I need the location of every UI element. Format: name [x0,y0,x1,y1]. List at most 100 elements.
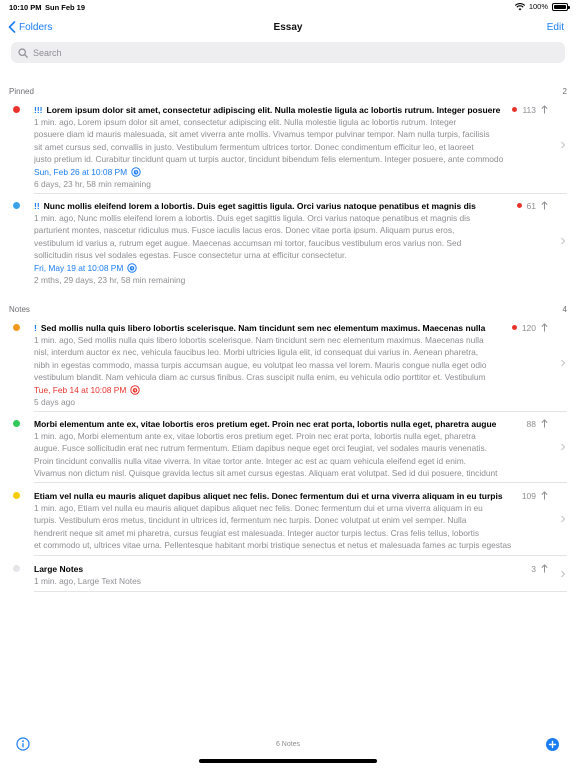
notes-count-label: 6 Notes [275,741,301,748]
note-meta: 88 [527,419,548,429]
notes-count: 4 [562,305,567,314]
note-title: Large Notes [34,564,525,574]
pinned-label: Pinned [9,87,34,96]
status-bar: 10:10 PM Sun Feb 19 100% [0,0,576,16]
status-date: Sun Feb 19 [45,3,86,12]
note-row[interactable]: Morbi elementum ante ex, vitae lobortis … [0,417,576,480]
color-dot [13,106,20,113]
note-count: 3 [531,563,536,574]
preview-line: sit amet cursus sed, convallis in justo.… [34,141,474,152]
note-row[interactable]: ! Sed mollis nulla quis libero lobortis s… [0,321,576,409]
preview-line: 1 min. ago, Sed mollis nulla quis libero… [34,335,484,345]
edit-button[interactable]: Edit [547,22,564,33]
note-title-text: Large Notes [34,563,84,574]
note-count: 61 [526,200,536,211]
wifi-icon [514,2,525,10]
time-remaining: 6 days, 23 hr, 58 min remaining [34,178,151,189]
note-preview: 1 min. ago, Lorem ipsum dolor sit amet, … [34,116,548,166]
note-count: 109 [521,490,536,501]
row-divider [34,555,567,556]
preview-line: 1 min. ago, Etiam vel nulla eu mauris al… [34,503,483,513]
alarm-icon [131,166,141,177]
battery-icon [552,2,570,11]
search-icon [18,47,28,58]
row-divider [34,411,567,412]
preview-line: 1 min. ago, Nunc mollis eleifend lorem a… [34,213,471,223]
sort-arrow-up-icon [541,105,548,114]
sort-arrow-up-icon [541,419,548,428]
note-title-text: Morbi elementum ante ex, vitae lobortis … [34,418,497,429]
battery-percent: 100% [528,2,548,11]
notes-label: Notes [9,305,30,314]
color-dot [13,492,20,499]
note-count: 88 [526,418,536,429]
color-dot [13,420,20,427]
note-preview: 1 min. ago, Large Text Notes [34,575,548,587]
home-indicator [199,759,377,763]
note-meta: 120 [511,322,548,333]
search-input[interactable] [33,47,533,58]
chevron-right-icon [561,237,566,245]
note-title-text: Sed mollis nulla quis libero lobortis sc… [40,322,486,333]
reminder: Sun, Feb 26 at 10:08 PM [34,166,548,178]
row-divider [34,482,567,483]
note-row[interactable]: !!! Lorem ipsum dolor sit amet, consectet… [0,103,576,191]
search-bar [11,42,565,63]
note-meta: 109 [522,491,548,501]
note-title-text: Nunc mollis eleifend lorem a lobortis. D… [43,200,476,211]
note-row[interactable]: !! Nunc mollis eleifend lorem a lobortis.… [0,199,576,287]
note-meta: 3 [531,564,548,574]
note-title: !!! Lorem ipsum dolor sit amet, consectet… [34,105,506,115]
preview-line: hendrerit neque sit amet mi pharetra, cu… [34,527,480,538]
note-title: Etiam vel nulla eu mauris aliquet dapibu… [34,491,516,501]
note-preview: 1 min. ago, Morbi elementum ante ex, vit… [34,430,548,480]
priority-marker: !! [34,200,40,211]
pinned-count: 2 [562,87,567,96]
alarm-icon [130,384,141,395]
color-dot [13,202,20,209]
alarm-icon [127,262,138,273]
time-remaining: 5 days ago [34,396,75,407]
status-right: 100% [514,2,570,11]
reminder: Fri, May 19 at 10:08 PM [34,262,548,274]
chevron-right-icon [561,570,566,578]
unread-dot [516,203,522,208]
preview-line: sollicitudin risus vel sodales egestas. … [34,250,347,261]
preview-line: 1 min. ago, Morbi elementum ante ex, vit… [34,431,476,441]
preview-line: augue. Fusce sollicitudin erat nec rutru… [34,443,487,454]
navigation-bar: Folders Essay Edit [0,18,576,40]
preview-line: 1 min. ago, Large Text Notes [34,576,141,586]
note-count: 120 [521,322,536,333]
chevron-right-icon [561,141,566,149]
preview-line: Vivamus non dictum nisl. Quisque gravida… [34,468,498,479]
note-row[interactable]: Large Notes 3 1 min. ago, Large Text Not… [0,562,576,590]
priority-marker: !!! [34,104,43,115]
chevron-right-icon [561,359,566,367]
add-icon[interactable] [546,738,559,751]
note-title: Morbi elementum ante ex, vitae lobortis … [34,419,521,429]
preview-line: justo pretium id. Curabitur tincidunt qu… [34,154,504,165]
color-dot [13,324,20,331]
note-title: ! Sed mollis nulla quis libero lobortis s… [34,323,506,333]
note-title: !! Nunc mollis eleifend lorem a lobortis.… [34,201,511,211]
sort-arrow-up-icon [541,564,548,573]
sort-arrow-up-icon [541,201,548,210]
reminder-date: Fri, May 19 at 10:08 PM [34,262,124,273]
preview-line: vestibulum blandit. Nam vehicula diam ac… [34,372,486,383]
note-title-text: Etiam vel nulla eu mauris aliquet dapibu… [34,490,503,501]
reminder-date: Sun, Feb 26 at 10:08 PM [34,166,128,177]
note-row[interactable]: Etiam vel nulla eu mauris aliquet dapibu… [0,489,576,552]
preview-line: parturient montes, nascetur ridiculus mu… [34,225,455,236]
note-meta: 61 [516,200,548,211]
unread-dot [512,107,518,112]
preview-line: nibh in egestas commodo, massa turpis ac… [34,359,487,370]
bottom-toolbar: 6 Notes [0,734,576,756]
note-meta: 113 [512,105,548,115]
note-preview: 1 min. ago, Etiam vel nulla eu mauris al… [34,502,548,552]
note-preview: 1 min. ago, Sed mollis nulla quis libero… [34,334,548,384]
preview-line: et commodo ut, ultrices vitae urna. Pell… [34,540,512,551]
row-divider [34,591,567,592]
note-preview: 1 min. ago, Nunc mollis eleifend lorem a… [34,212,548,262]
notes-section-header: Notes 4 [9,305,567,314]
time-remaining: 2 mths, 29 days, 23 hr, 58 min remaining [34,274,186,285]
